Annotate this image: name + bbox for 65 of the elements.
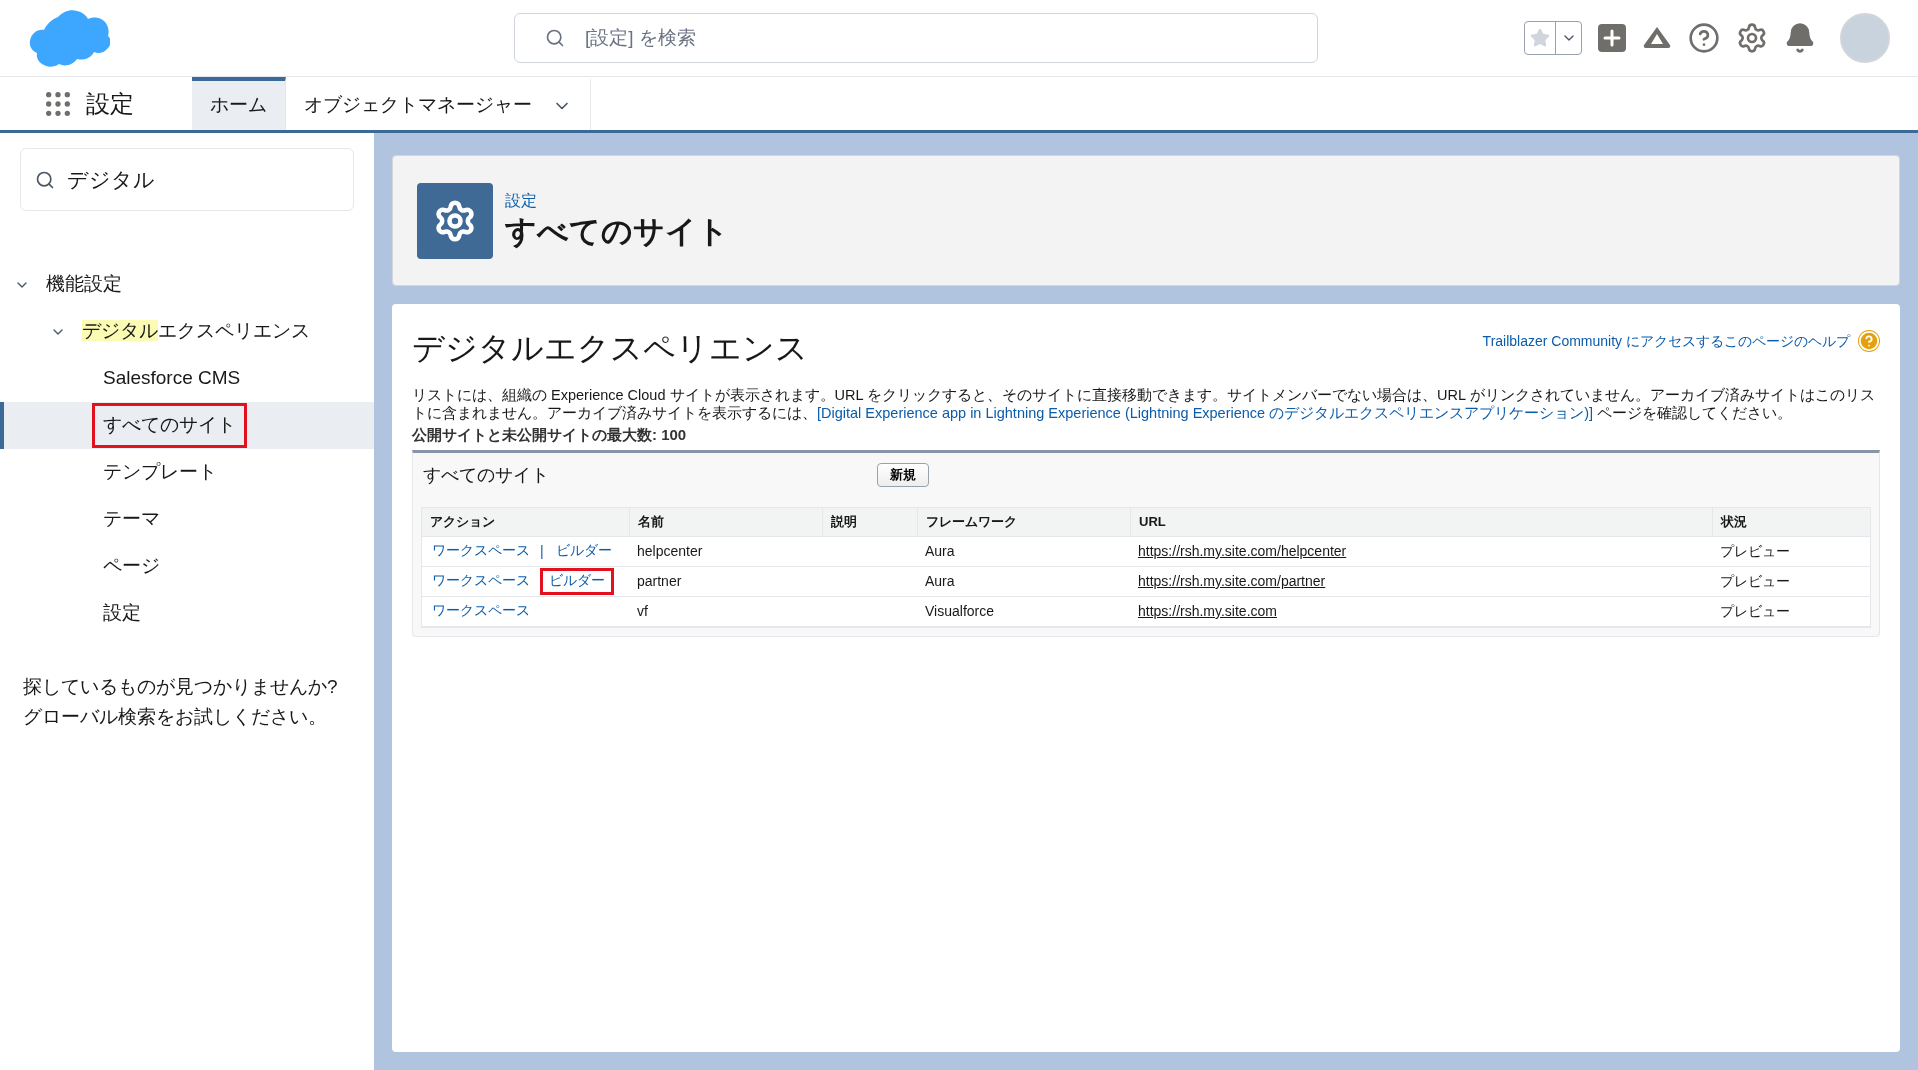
search-value: デジタル bbox=[67, 166, 155, 193]
table-cell-text: Aura bbox=[924, 542, 956, 561]
section-title: デジタルエクスペリエンス bbox=[412, 329, 808, 368]
table-cell-text: vf bbox=[636, 602, 649, 621]
builder-link[interactable]: ビルダー bbox=[540, 568, 614, 595]
tree-item-row[interactable]: テーマ bbox=[0, 496, 374, 543]
list-title: すべてのサイト bbox=[422, 463, 550, 487]
sidebar-search-field[interactable]: デジタル bbox=[20, 148, 354, 211]
tree-item[interactable]: 設定 bbox=[92, 591, 152, 636]
tree-item[interactable]: すべてのサイト bbox=[92, 403, 247, 448]
star-icon bbox=[1530, 28, 1550, 48]
column-header: 説明 bbox=[822, 508, 917, 536]
search-placeholder: [設定] を検索 bbox=[585, 25, 696, 50]
tree-item-row[interactable]: Salesforce CMS bbox=[0, 355, 374, 402]
setup-gear-icon bbox=[417, 182, 493, 259]
site-url-link[interactable]: https://rsh.my.site.com/helpcenter bbox=[1138, 543, 1347, 559]
column-header: フレームワーク bbox=[917, 508, 1130, 536]
column-header: アクション bbox=[429, 513, 496, 532]
tree-item-row[interactable]: ページ bbox=[0, 543, 374, 590]
table-cell-text: Visualforce bbox=[924, 602, 995, 621]
nav-tab[interactable]: オブジェクトマネージャー bbox=[286, 77, 591, 130]
tree-folder[interactable]: デジタルエクスペリエンス bbox=[82, 317, 310, 346]
add-button[interactable] bbox=[1598, 24, 1626, 52]
link-separator: | bbox=[540, 542, 544, 561]
description-text: リストには、組織の Experience Cloud サイトが表示されます。URL をクリックすると、そのサイトに直接移動できます。サイトメンバーでない場合は、URL がリンクされていません。アーカイブ済みサイトはこのリストに含まれません。アーカイブ済みサイトを表示するには、[Digital Experience app in Lightning Experience (Lightning Experience のデジタルエクスペリエンスアプリケーション)] ページを確認してください。 bbox=[412, 386, 1876, 422]
site-url-link[interactable]: https://rsh.my.site.com bbox=[1138, 603, 1277, 619]
column-header: 状況 bbox=[1712, 508, 1870, 536]
workspace-link[interactable]: ワークスペース bbox=[432, 571, 530, 592]
tree-item[interactable]: ページ bbox=[92, 544, 171, 589]
column-header: 名前 bbox=[629, 508, 822, 536]
site-url-link[interactable]: https://rsh.my.site.com/partner bbox=[1138, 573, 1326, 589]
nav-tab[interactable]: ホーム bbox=[192, 77, 286, 130]
breadcrumb-link[interactable]: 設定 bbox=[505, 189, 729, 214]
search-icon bbox=[35, 169, 55, 190]
table-cell-text: プレビュー bbox=[1719, 602, 1791, 621]
workspace-link[interactable]: ワークスペース bbox=[432, 541, 530, 562]
tree-item[interactable]: Salesforce CMS bbox=[92, 356, 252, 401]
help-text: 探しているものが見つかりませんか? bbox=[23, 675, 339, 699]
notification-icon[interactable] bbox=[1784, 22, 1816, 54]
tree-folder[interactable]: 機能設定 bbox=[46, 270, 122, 299]
tree-item[interactable]: テンプレート bbox=[92, 450, 228, 495]
search-icon bbox=[545, 28, 565, 48]
column-header: URL bbox=[1130, 508, 1712, 536]
table-cell-text: Aura bbox=[924, 572, 956, 591]
table-cell-text: プレビュー bbox=[1719, 542, 1791, 561]
table-cell-text: partner bbox=[636, 572, 683, 591]
tree-item-row[interactable]: テンプレート bbox=[0, 449, 374, 496]
new-button[interactable]: 新規 bbox=[877, 463, 929, 487]
table-cell-text: helpcenter bbox=[636, 542, 704, 561]
max-sites-text: 公開サイトと未公開サイトの最大数: 100 bbox=[412, 425, 688, 445]
page-title: すべてのサイト bbox=[505, 213, 729, 252]
favorites-button[interactable] bbox=[1524, 21, 1582, 55]
search-field[interactable]: [設定] を検索 bbox=[514, 13, 1318, 63]
help-link[interactable]: Trailblazer Community にアクセスするこのページのヘルプ bbox=[1482, 330, 1850, 352]
workspace-link[interactable]: ワークスペース bbox=[432, 601, 530, 622]
settings-icon[interactable] bbox=[1736, 22, 1768, 54]
help-text: グローバル検索をお試しください。 bbox=[23, 705, 328, 729]
help-icon[interactable] bbox=[1688, 22, 1720, 54]
app-name: 設定 bbox=[86, 88, 134, 119]
app-link[interactable]: [Digital Experience app in Lightning Experience (Lightning Experience のデジタルエクスペリエンスアプリケーション)] bbox=[817, 405, 1594, 421]
builder-link[interactable]: ビルダー bbox=[546, 538, 621, 565]
tree-item[interactable]: テーマ bbox=[92, 497, 171, 542]
tree-item-row[interactable]: すべてのサイト bbox=[0, 402, 374, 449]
table-cell-text: プレビュー bbox=[1719, 572, 1791, 591]
tree-item-row[interactable]: 設定 bbox=[0, 590, 374, 637]
